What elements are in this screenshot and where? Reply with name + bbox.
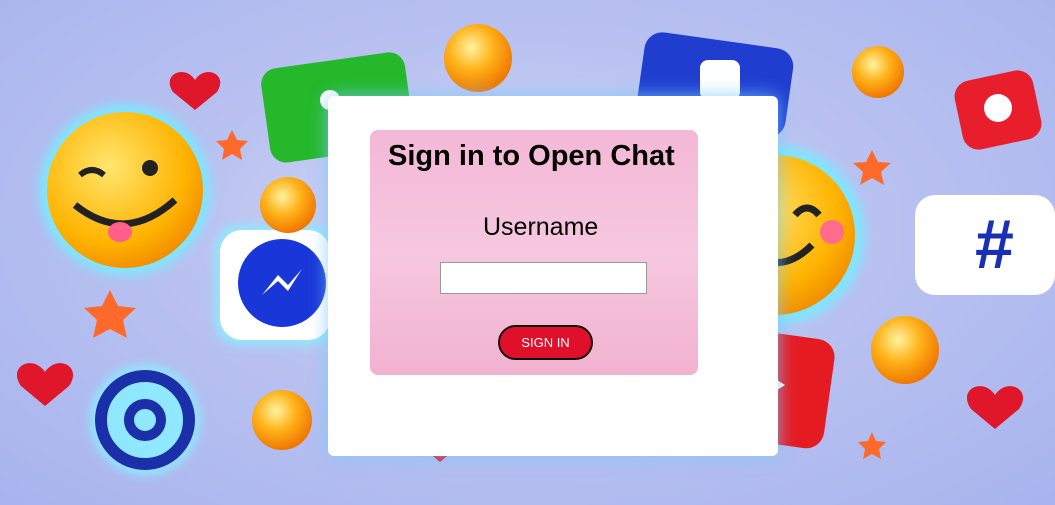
location-pin-icon (954, 70, 1042, 150)
page-title: Sign in to Open Chat (388, 140, 675, 172)
wink-emoji-icon (39, 104, 211, 276)
messenger-icon (215, 225, 335, 345)
username-input[interactable] (440, 262, 647, 294)
at-sign-icon (90, 365, 200, 475)
sign-in-button[interactable]: SIGN IN (498, 325, 593, 360)
hashtag-icon: # (915, 195, 1055, 295)
svg-text:#: # (975, 205, 1014, 283)
username-label: Username (483, 213, 599, 241)
